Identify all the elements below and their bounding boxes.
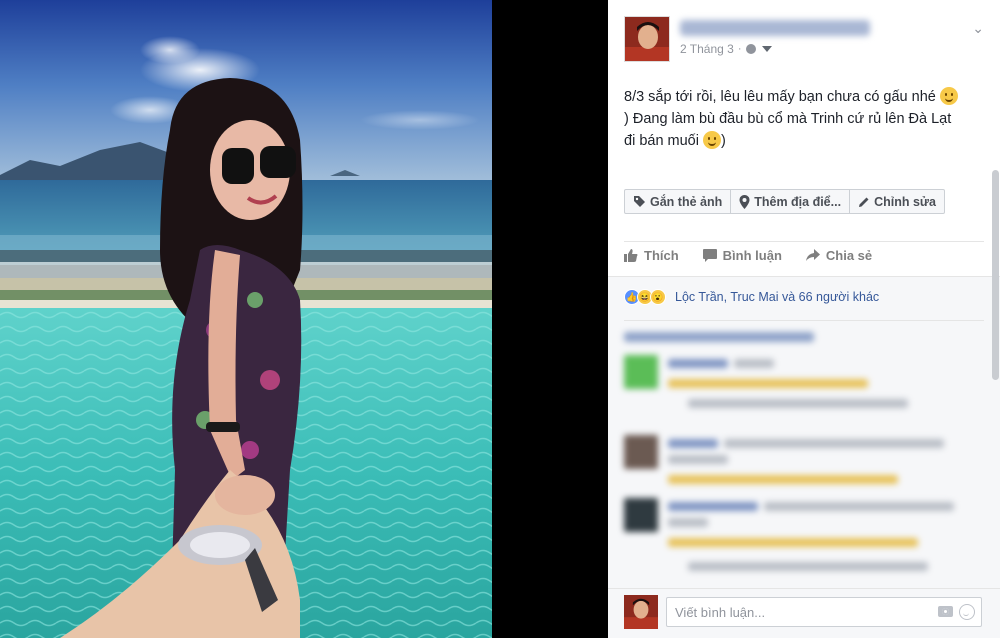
share-icon	[805, 249, 820, 261]
comment-body	[764, 502, 954, 511]
post-text-line1: 8/3 sắp tới rồi, lêu lêu mấy bạn chưa có…	[624, 89, 940, 105]
photo-letterbox	[492, 0, 608, 638]
meta-separator: ·	[737, 43, 742, 55]
like-bar: Thích Bình luận Chia sẻ	[624, 248, 872, 263]
comment-body	[668, 455, 728, 464]
like-button[interactable]: Thích	[624, 248, 679, 263]
reactions-summary[interactable]: 👍 😆 😮 Lộc Trần, Truc Mai và 66 người khá…	[624, 289, 879, 305]
add-location-button[interactable]: Thêm địa điể...	[731, 189, 851, 214]
pencil-icon	[859, 197, 869, 207]
author-name-blurred[interactable]	[680, 20, 870, 36]
comment-icon	[702, 249, 717, 262]
post-text-line3: đi bán muối	[624, 133, 703, 149]
comment-meta	[668, 475, 898, 484]
comment-item-blurred	[624, 435, 984, 490]
comment-input[interactable]	[667, 598, 917, 626]
comment-reply	[688, 562, 928, 571]
add-location-label: Thêm địa điể...	[754, 194, 842, 209]
tag-icon	[634, 196, 645, 207]
comment-author	[668, 359, 728, 368]
post-panel: 2 Tháng 3 · ⌄ 8/3 sắp tới rồi, lêu lêu m…	[608, 0, 1000, 638]
post-text-line3-end: )	[721, 133, 726, 149]
reaction-emojis: 👍 😆 😮	[624, 289, 666, 305]
post-text-line2: ) Đang làm bù đầu bù cổ mà Trinh cứ rủ l…	[624, 111, 952, 127]
comment-item-blurred	[624, 355, 984, 415]
view-previous-comments-blurred[interactable]	[624, 332, 814, 342]
commenter-avatar	[624, 498, 658, 532]
thumbs-up-icon	[624, 249, 638, 262]
edit-button[interactable]: Chỉnh sửa	[850, 189, 945, 214]
comment-label: Bình luận	[722, 248, 782, 263]
tag-photo-button[interactable]: Gắn thẻ ảnh	[624, 189, 732, 214]
author-avatar[interactable]	[624, 16, 670, 62]
chevron-down-icon[interactable]: ⌄	[972, 20, 984, 37]
divider	[624, 241, 984, 242]
camera-icon[interactable]	[938, 606, 953, 617]
comment-item-blurred	[624, 498, 984, 578]
comment-meta	[668, 538, 918, 547]
comment-body	[668, 518, 708, 527]
comment-author	[668, 439, 718, 448]
edit-label: Chỉnh sửa	[874, 194, 936, 209]
comment-body	[724, 439, 944, 448]
comment-body	[734, 359, 774, 368]
like-label: Thích	[644, 248, 679, 263]
comment-button[interactable]: Bình luận	[702, 248, 782, 263]
emoji-icon[interactable]	[959, 604, 975, 620]
photo-viewer[interactable]	[0, 0, 492, 638]
tag-photo-label: Gắn thẻ ảnh	[650, 194, 723, 209]
divider	[624, 320, 984, 321]
scrollbar[interactable]	[992, 170, 999, 380]
post-timestamp[interactable]: 2 Tháng 3	[680, 42, 734, 56]
photo-image	[0, 0, 492, 638]
my-avatar	[624, 595, 658, 629]
smile-emoji-icon	[939, 87, 958, 105]
reactions-text[interactable]: Lộc Trần, Truc Mai và 66 người khác	[675, 290, 879, 304]
wow-reaction-icon: 😮	[650, 289, 666, 305]
post-text: 8/3 sắp tới rồi, lêu lêu mấy bạn chưa có…	[624, 86, 988, 152]
avatar-image	[624, 595, 658, 629]
comment-composer	[608, 588, 1000, 638]
post-header: 2 Tháng 3 · ⌄	[624, 16, 984, 64]
comment-author	[668, 502, 758, 511]
photo-action-row: Gắn thẻ ảnh Thêm địa điể... Chỉnh sửa	[624, 189, 945, 214]
comment-box	[666, 597, 982, 627]
audience-caret-icon[interactable]	[761, 46, 772, 52]
smile-emoji-icon	[703, 131, 721, 149]
share-button[interactable]: Chia sẻ	[805, 248, 873, 263]
globe-icon	[745, 44, 756, 54]
commenter-avatar	[624, 355, 658, 389]
comment-reply	[688, 399, 908, 408]
share-label: Chia sẻ	[825, 248, 873, 263]
avatar-image	[625, 17, 669, 61]
location-pin-icon	[739, 194, 750, 209]
post-meta: 2 Tháng 3 ·	[680, 42, 772, 56]
commenter-avatar	[624, 435, 658, 469]
comment-meta	[668, 379, 868, 388]
